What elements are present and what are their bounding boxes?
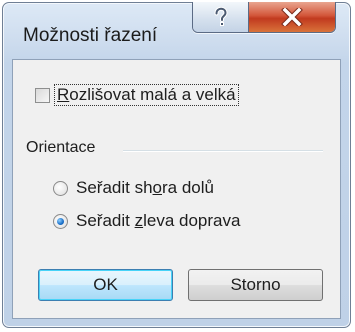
sort-options-dialog: Možnosti řazení Rozlišovat malá a velká [2, 2, 351, 328]
title-bar-buttons [192, 2, 336, 33]
case-sensitive-accesskey: R [57, 85, 70, 104]
radio-top-to-bottom[interactable] [53, 180, 68, 196]
orientation-group-divider [123, 150, 323, 152]
dialog-body: Rozlišovat malá a velká Orientace Seřadi… [12, 59, 341, 319]
help-button[interactable] [193, 2, 249, 32]
radio-left-to-right-text-pre: Seřadit [76, 211, 135, 230]
case-sensitive-label-text: ozlišovat malá a velká [69, 85, 236, 104]
case-sensitive-label[interactable]: Rozlišovat malá a velká [54, 84, 239, 106]
orientation-group-label: Orientace [26, 139, 102, 157]
radio-top-to-bottom-label[interactable]: Seřadit shora dolů [76, 178, 214, 198]
radio-left-to-right-label[interactable]: Seřadit zleva doprava [76, 211, 240, 231]
radio-option-left-to-right[interactable]: Seřadit zleva doprava [53, 211, 240, 231]
ok-button[interactable]: OK [38, 269, 173, 301]
close-button[interactable] [249, 2, 335, 32]
title-bar[interactable]: Možnosti řazení [3, 2, 350, 59]
radio-left-to-right[interactable] [53, 213, 68, 229]
question-mark-icon [214, 7, 228, 26]
radio-top-to-bottom-text-post: ra dolů [162, 178, 214, 197]
radio-left-to-right-accesskey: z [134, 211, 144, 230]
case-sensitive-option[interactable]: Rozlišovat malá a velká [35, 84, 239, 106]
radio-left-to-right-text-post: leva doprava [143, 211, 241, 230]
case-sensitive-checkbox[interactable] [35, 87, 50, 103]
dialog-title: Možnosti řazení [23, 25, 158, 46]
radio-option-top-to-bottom[interactable]: Seřadit shora dolů [53, 178, 214, 198]
radio-top-to-bottom-accesskey: o [152, 178, 163, 197]
radio-top-to-bottom-text-pre: Seřadit sh [76, 178, 153, 197]
close-x-icon [281, 8, 303, 26]
cancel-button[interactable]: Storno [188, 269, 323, 301]
